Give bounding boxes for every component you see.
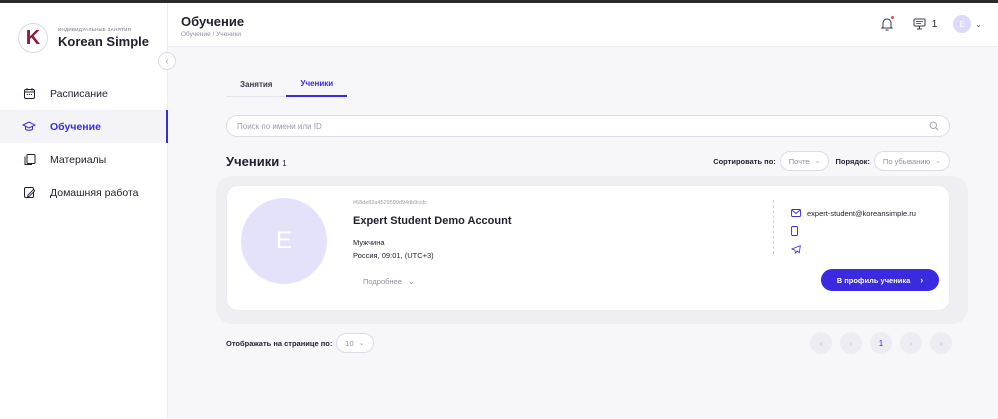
sidebar-item-label: Материалы <box>50 153 107 166</box>
student-id: #68de82a4529599d94db9ccfc <box>353 200 428 206</box>
sidebar-item-learning[interactable]: Обучение <box>0 110 168 143</box>
materials-icon <box>22 153 36 167</box>
header: Обучение Обучение / Ученики 1 E ⌄ <box>168 3 998 47</box>
next-page-button[interactable]: › <box>900 332 922 354</box>
brand-subtitle: ИНДИВИДУАЛЬНЫЕ ЗАНЯТИЯ <box>58 27 132 32</box>
tabs: Занятия Ученики <box>226 71 348 97</box>
student-email: expert-student@koreansimple.ru <box>807 208 916 218</box>
section-title: Ученики 1 <box>226 154 287 169</box>
email-row[interactable]: expert-student@koreansimple.ru <box>791 204 916 222</box>
tasks-counter[interactable]: 1 <box>913 18 938 30</box>
tab-lessons[interactable]: Занятия <box>226 71 286 97</box>
per-page-control: Отображать на странице по: 10 ⌄ <box>226 333 380 353</box>
order-label: Порядок: <box>835 156 870 166</box>
card-divider <box>773 200 774 254</box>
open-student-profile-button[interactable]: В профиль ученика › <box>821 269 939 291</box>
student-card: E #68de82a4529599d94db9ccfc Expert Stude… <box>226 185 950 311</box>
student-avatar: E <box>241 198 327 284</box>
double-chevron-right-icon: » <box>938 338 944 348</box>
chevron-right-icon: › <box>920 275 924 285</box>
tab-students[interactable]: Ученики <box>286 71 348 97</box>
per-page-label: Отображать на странице по: <box>226 338 333 348</box>
double-chevron-left-icon: « <box>818 338 824 348</box>
calendar-icon <box>22 87 36 101</box>
sort-label: Сортировать по: <box>713 156 776 166</box>
order-select[interactable]: По убыванию ⌄ <box>873 151 950 171</box>
prev-page-button[interactable]: ‹ <box>840 332 862 354</box>
phone-icon <box>791 226 798 236</box>
chevron-down-icon: ⌄ <box>407 277 415 286</box>
sort-value: Почте <box>788 156 810 166</box>
sort-select[interactable]: Почте ⌄ <box>779 151 830 171</box>
chevron-left-icon: ‹ <box>165 55 169 67</box>
homework-icon <box>22 186 36 200</box>
student-gender: Мужчина <box>353 238 385 247</box>
more-details-toggle[interactable]: Подробнее ⌄ <box>363 277 415 286</box>
user-avatar[interactable]: E <box>953 15 972 33</box>
main-content: Занятия Ученики Ученики1 Сортировать по:… <box>168 47 998 419</box>
chevron-down-icon[interactable]: ⌄ <box>975 20 982 29</box>
students-heading: Ученики <box>226 154 280 169</box>
brand-logo: K <box>18 23 48 53</box>
student-location: Россия, 09:01, (UTC+3) <box>353 251 434 260</box>
student-name: Expert Student Demo Account <box>353 215 512 227</box>
sort-controls: Сортировать по: Почте ⌄ Порядок: По убыв… <box>713 151 950 171</box>
phone-row[interactable] <box>791 222 916 240</box>
sidebar: K ИНДИВИДУАЛЬНЫЕ ЗАНЯТИЯ Korean Simple Р… <box>0 3 168 419</box>
chevron-down-icon: ⌄ <box>935 158 941 165</box>
header-actions: 1 E ⌄ <box>879 15 982 33</box>
chevron-down-icon: ⌄ <box>814 158 821 165</box>
chevron-down-icon: ⌄ <box>358 340 365 347</box>
chevron-right-icon: › <box>909 338 913 348</box>
student-contacts: expert-student@koreansimple.ru <box>791 204 916 258</box>
brand-text: ИНДИВИДУАЛЬНЫЕ ЗАНЯТИЯ Korean Simple <box>58 27 149 49</box>
sidebar-item-label: Домашняя работа <box>50 186 139 199</box>
students-count: 1 <box>282 159 287 168</box>
page-button-current[interactable]: 1 <box>870 332 892 354</box>
telegram-row[interactable] <box>791 240 916 258</box>
page-title: Обучение <box>181 14 245 29</box>
sidebar-item-materials[interactable]: Материалы <box>0 143 168 176</box>
breadcrumb[interactable]: Обучение / Ученики <box>181 31 241 38</box>
per-page-value: 10 <box>345 338 354 348</box>
sidebar-item-label: Расписание <box>50 87 108 100</box>
more-details-label: Подробнее <box>363 277 402 286</box>
search-input[interactable] <box>237 121 929 131</box>
brand-name: Korean Simple <box>58 34 150 49</box>
search-bar <box>226 115 950 137</box>
sidebar-item-label: Обучение <box>50 120 101 133</box>
first-page-button[interactable]: « <box>810 332 832 354</box>
board-icon <box>913 18 926 30</box>
mail-icon <box>791 209 801 217</box>
pagination: « ‹ 1 › » <box>802 332 952 354</box>
order-value: По убыванию <box>882 156 931 166</box>
last-page-button[interactable]: » <box>930 332 952 354</box>
tasks-count: 1 <box>931 18 938 30</box>
sidebar-item-homework[interactable]: Домашняя работа <box>0 176 168 209</box>
notification-dot <box>890 16 894 19</box>
graduation-cap-icon <box>22 120 36 134</box>
search-icon[interactable] <box>929 121 939 131</box>
sidebar-collapse-button[interactable]: ‹ <box>158 52 176 70</box>
profile-button-label: В профиль ученика <box>836 275 911 285</box>
notifications-button[interactable] <box>879 16 895 32</box>
per-page-select[interactable]: 10 ⌄ <box>336 333 374 353</box>
telegram-icon <box>791 244 801 254</box>
chevron-left-icon: ‹ <box>849 338 853 348</box>
brand[interactable]: K ИНДИВИДУАЛЬНЫЕ ЗАНЯТИЯ Korean Simple <box>18 23 149 53</box>
sidebar-item-schedule[interactable]: Расписание <box>0 77 168 110</box>
sidebar-nav: Расписание Обучение Материалы Домашняя р… <box>0 77 168 209</box>
